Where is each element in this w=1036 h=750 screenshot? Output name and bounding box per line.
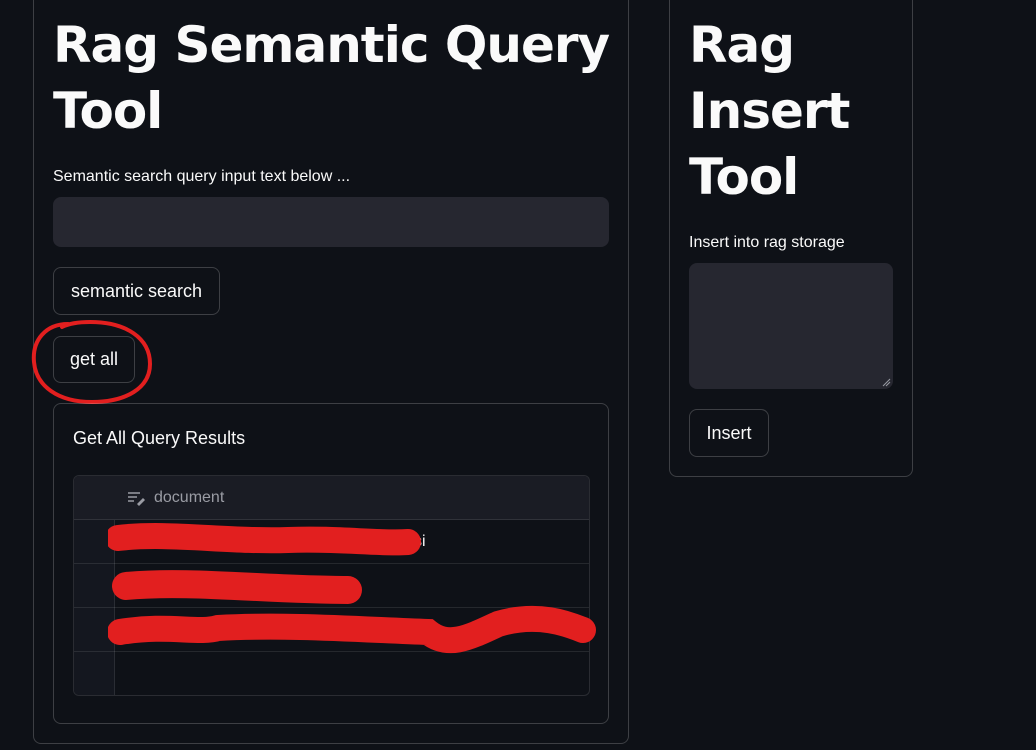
app-page: Rag Semantic Query Tool Semantic search … — [0, 0, 1036, 750]
insert-textarea[interactable] — [689, 263, 893, 389]
insert-tool-title: Rag Insert Tool — [689, 16, 850, 206]
table-row[interactable] — [74, 652, 589, 695]
table-cell-document: si — [414, 533, 426, 550]
query-input-label: Semantic search query input text below .… — [53, 168, 351, 185]
results-title: Get All Query Results — [73, 428, 246, 448]
text-column-icon — [128, 492, 145, 506]
insert-button[interactable]: Insert — [689, 409, 769, 457]
insert-textarea-label: Insert into rag storage — [689, 234, 845, 251]
resize-handle-icon[interactable] — [881, 377, 891, 387]
table-row[interactable] — [74, 564, 589, 608]
table-header-row: document — [74, 476, 589, 520]
results-table[interactable]: document si — [73, 475, 590, 696]
table-row[interactable]: si — [74, 520, 589, 564]
semantic-query-input[interactable] — [53, 197, 609, 247]
column-header-document[interactable]: document — [154, 489, 224, 507]
query-tool-title: Rag Semantic Query Tool — [53, 16, 610, 140]
table-row[interactable] — [74, 608, 589, 652]
semantic-search-button[interactable]: semantic search — [53, 267, 220, 315]
get-all-button[interactable]: get all — [53, 336, 135, 383]
